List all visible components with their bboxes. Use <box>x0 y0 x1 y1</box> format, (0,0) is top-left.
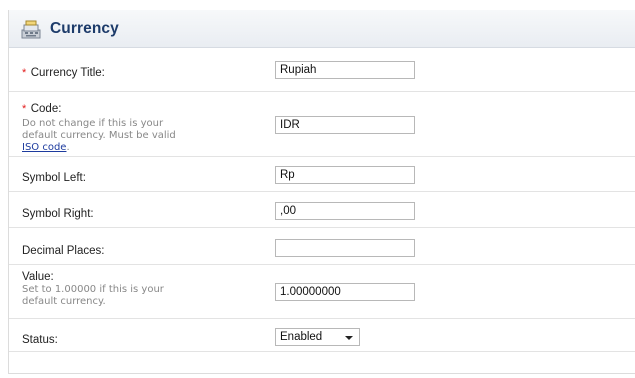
code-input[interactable]: IDR <box>275 116 415 134</box>
value-help-text: Set to 1.00000 if this is your default c… <box>22 284 164 307</box>
code-help-text: Do not change if this is your default cu… <box>22 118 176 153</box>
symbol-left-label: Symbol Left: <box>22 172 86 184</box>
form-row-value: Value: Set to 1.00000 if this is your de… <box>9 265 635 319</box>
form-row-symbol-left: Symbol Left: Rp <box>9 157 635 192</box>
value-label: Value: <box>22 271 54 283</box>
required-mark: * <box>22 103 27 115</box>
currency-title-input[interactable]: Rupiah <box>275 61 415 79</box>
form-row-code: * Code: Do not change if this is your de… <box>9 92 635 157</box>
decimal-places-input[interactable] <box>275 239 415 257</box>
currency-panel: Currency * Currency Title: Rupiah * Code… <box>8 10 635 374</box>
page-title: Currency <box>50 19 119 37</box>
symbol-right-label: Symbol Right: <box>22 208 94 220</box>
code-label: Code: <box>30 103 62 115</box>
cash-register-icon <box>21 20 41 38</box>
status-selected-value: Enabled <box>280 331 323 343</box>
form-row-symbol-right: Symbol Right: ,00 <box>9 192 635 228</box>
required-mark: * <box>22 67 27 79</box>
symbol-right-input[interactable]: ,00 <box>275 202 415 220</box>
form-row-decimal-places: Decimal Places: <box>9 228 635 265</box>
panel-heading: Currency <box>9 10 635 48</box>
iso-code-link[interactable]: ISO code <box>22 142 66 153</box>
currency-title-label: Currency Title: <box>30 67 105 79</box>
form-row-currency-title: * Currency Title: Rupiah <box>9 48 635 92</box>
symbol-left-input[interactable]: Rp <box>275 166 415 184</box>
form-row-status: Status: Enabled <box>9 319 635 352</box>
status-label: Status: <box>22 334 58 346</box>
value-input[interactable]: 1.00000000 <box>275 283 415 301</box>
chevron-down-icon[interactable] <box>345 336 353 340</box>
decimal-places-label: Decimal Places: <box>22 245 105 257</box>
status-select[interactable]: Enabled <box>275 328 360 346</box>
